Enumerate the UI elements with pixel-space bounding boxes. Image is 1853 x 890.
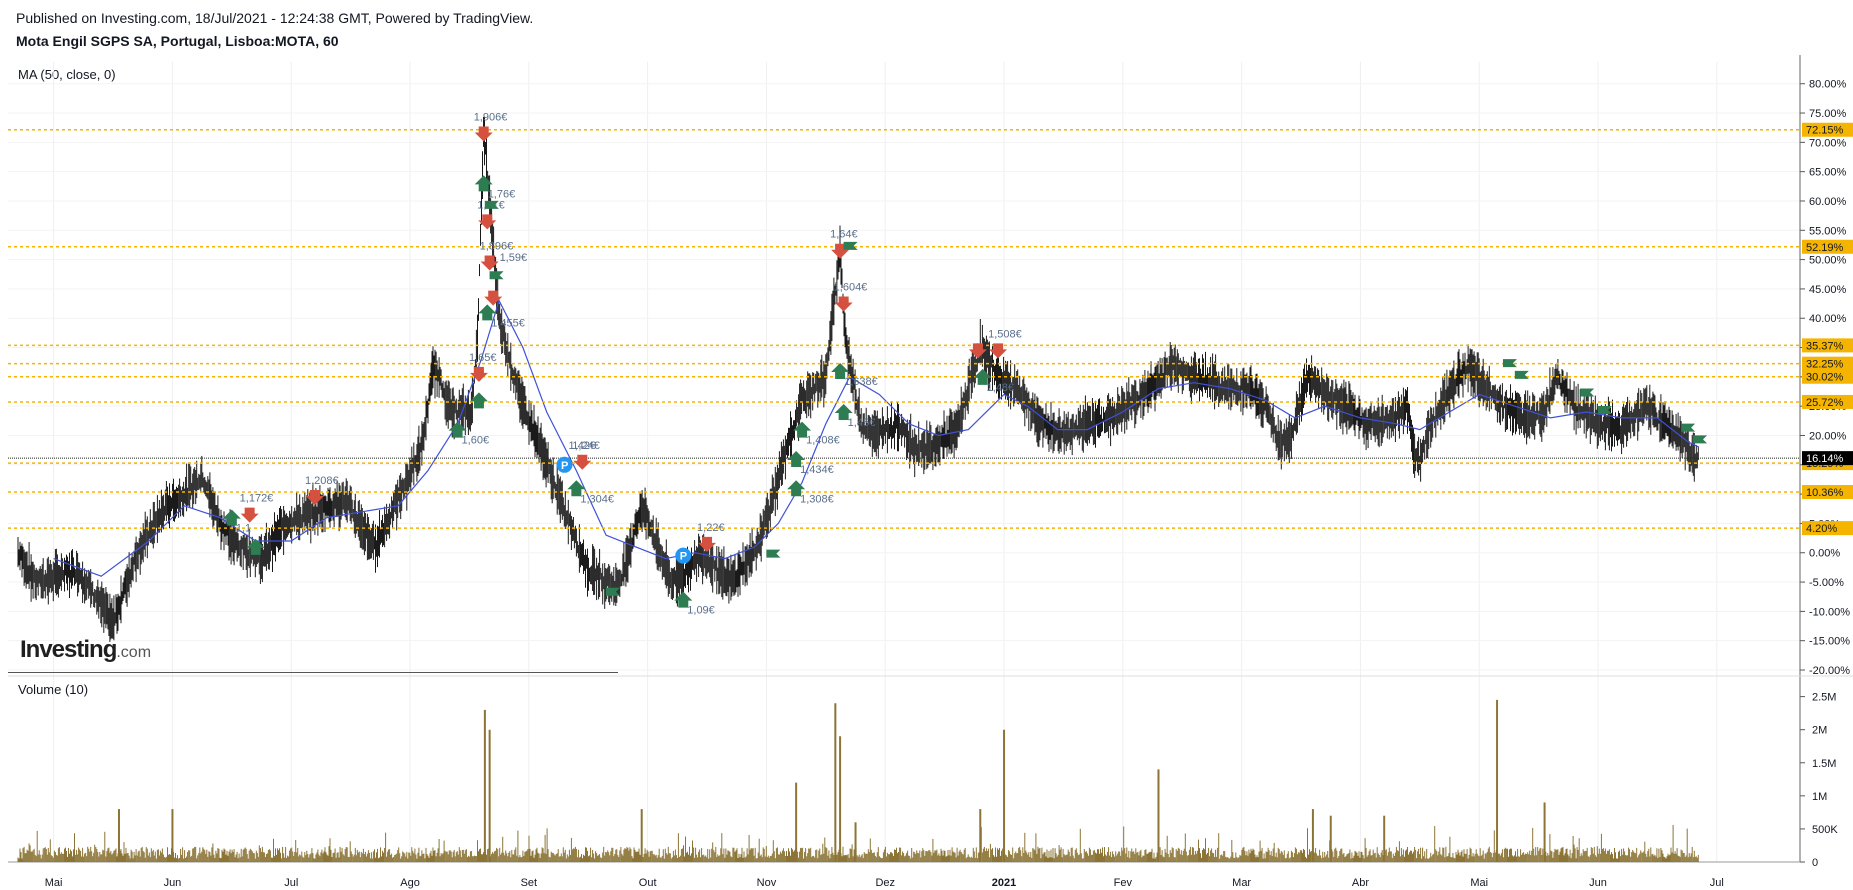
x-tick-label: Jul bbox=[1710, 877, 1724, 889]
y-tick-label: 20.00% bbox=[1809, 430, 1847, 442]
marker-price-label: 1,408€ bbox=[806, 435, 840, 447]
volume-tick-label: 500K bbox=[1812, 824, 1838, 836]
current-price-label: 16.14% bbox=[1806, 453, 1844, 465]
x-tick-label: Jul bbox=[284, 877, 298, 889]
y-tick-label: 50.00% bbox=[1809, 255, 1847, 267]
x-tick-label: Fev bbox=[1114, 877, 1133, 889]
marker-price-label: 1,1 bbox=[236, 523, 251, 535]
flag-icon bbox=[1514, 370, 1529, 379]
flag-icon bbox=[766, 549, 781, 558]
y-tick-label: 55.00% bbox=[1809, 225, 1847, 237]
flag-icon bbox=[489, 271, 504, 280]
y-tick-label: 0.00% bbox=[1809, 548, 1840, 560]
marker-price-label: 1,45€ bbox=[848, 417, 876, 429]
y-tick-label: 60.00% bbox=[1809, 196, 1847, 208]
marker-price-label: 1,24€ bbox=[572, 440, 600, 452]
level-tag-label: 25.72% bbox=[1806, 397, 1844, 409]
x-tick-label: Set bbox=[521, 877, 538, 889]
marker-price-label: 1,60€ bbox=[462, 435, 490, 447]
y-tick-label: 45.00% bbox=[1809, 284, 1847, 296]
marker-price-label: 1,896€ bbox=[480, 240, 514, 252]
y-tick-label: -20.00% bbox=[1809, 665, 1850, 677]
level-tag-label: 52.19% bbox=[1806, 242, 1844, 254]
y-tick-label: 40.00% bbox=[1809, 313, 1847, 325]
level-tag-label: 35.37% bbox=[1806, 340, 1844, 352]
y-tick-label: -15.00% bbox=[1809, 636, 1850, 648]
x-tick-label: Dez bbox=[875, 877, 895, 889]
marker-price-label: 1,906€ bbox=[474, 111, 508, 123]
volume-tick-label: 1M bbox=[1812, 791, 1827, 803]
marker-price-label: 1,308€ bbox=[800, 493, 834, 505]
x-tick-label: Nov bbox=[757, 877, 777, 889]
volume-bars bbox=[17, 824, 1699, 862]
sell-arrow-icon bbox=[573, 454, 592, 470]
level-tag-label: 4.20% bbox=[1806, 523, 1837, 535]
sell-arrow-icon bbox=[240, 507, 259, 523]
flag-icon bbox=[843, 241, 858, 250]
sell-arrow-icon bbox=[484, 290, 503, 306]
volume-tick-label: 2M bbox=[1812, 725, 1827, 737]
y-tick-label: 75.00% bbox=[1809, 108, 1847, 120]
marker-price-label: 1,59€ bbox=[500, 252, 528, 264]
marker-price-label: 1,434€ bbox=[800, 464, 834, 476]
marker-price-label: 1,09€ bbox=[687, 605, 715, 617]
marker-price-label: 1,638€ bbox=[844, 376, 878, 388]
x-tick-label: Out bbox=[639, 877, 657, 889]
x-tick-label: Mar bbox=[1232, 877, 1251, 889]
marker-price-label: 1,508€ bbox=[988, 328, 1022, 340]
y-tick-label: -5.00% bbox=[1809, 577, 1844, 589]
marker-price-label: 1,172€ bbox=[240, 493, 274, 505]
p-badge-glyph: P bbox=[561, 460, 568, 472]
y-tick-label: 65.00% bbox=[1809, 167, 1847, 179]
level-tag-label: 72.15% bbox=[1806, 125, 1844, 137]
marker-price-label: 1,22€ bbox=[697, 522, 725, 534]
p-badge-glyph: P bbox=[680, 551, 687, 563]
y-tick-label: 70.00% bbox=[1809, 137, 1847, 149]
flag-icon bbox=[1681, 423, 1696, 432]
x-tick-label: Jun bbox=[1589, 877, 1607, 889]
y-tick-label: 80.00% bbox=[1809, 79, 1847, 91]
x-tick-label: Ago bbox=[400, 877, 420, 889]
flag-icon bbox=[1693, 435, 1708, 444]
volume-tick-label: 1.5M bbox=[1812, 758, 1836, 770]
price-chart[interactable]: Mai Jun Jul Ago Set Out Nov Dez 2021 Fev Mar Abr Mai… bbox=[0, 0, 1853, 890]
x-tick-label: Abr bbox=[1352, 877, 1369, 889]
x-tick-label: Mai bbox=[45, 877, 63, 889]
logo-divider bbox=[8, 672, 618, 673]
level-tag-label: 10.36% bbox=[1806, 487, 1844, 499]
marker-price-label: 1,208€ bbox=[305, 475, 339, 487]
marker-price-label: 1,65€ bbox=[469, 352, 497, 364]
marker-price-label: 1,455€ bbox=[491, 317, 525, 329]
level-tag-label: 30.02% bbox=[1806, 372, 1844, 384]
marker-price-label: 1,604€ bbox=[834, 282, 868, 294]
x-tick-label: 2021 bbox=[992, 877, 1016, 889]
volume-tick-label: 2.5M bbox=[1812, 692, 1836, 704]
x-tick-label: Mai bbox=[1470, 877, 1488, 889]
investing-logo: Investing.com bbox=[20, 636, 152, 663]
sell-arrow-icon bbox=[474, 126, 493, 142]
flag-icon bbox=[1580, 388, 1595, 397]
marker-price-label: 1,48€ bbox=[987, 382, 1015, 394]
x-tick-label: Jun bbox=[164, 877, 182, 889]
level-tag-label: 32.25% bbox=[1806, 359, 1844, 371]
y-tick-label: -10.00% bbox=[1809, 606, 1850, 618]
marker-price-label: 1,64€ bbox=[830, 229, 858, 241]
volume-tick-label: 0 bbox=[1812, 857, 1818, 869]
marker-price-label: 1,304€ bbox=[580, 493, 614, 505]
